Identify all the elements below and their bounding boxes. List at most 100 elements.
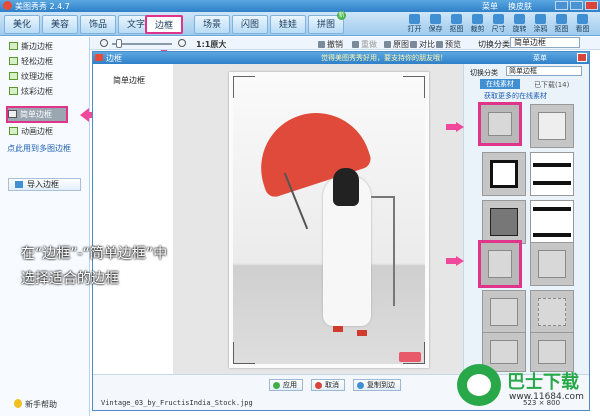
frame-editor-window: 边框 觉得美图秀秀好用，要支持你的朋友哦！ 菜单 简单边框 切换分类 简单边框 … bbox=[92, 51, 590, 411]
copy-to-edge-button[interactable]: 复制到边 bbox=[353, 379, 401, 391]
maximize-icon[interactable] bbox=[570, 1, 583, 10]
close-icon[interactable] bbox=[585, 1, 598, 10]
image-canvas[interactable] bbox=[173, 64, 463, 374]
editor-left-panel: 简单边框 bbox=[93, 64, 173, 374]
category-select[interactable]: 简单边框 bbox=[506, 66, 582, 76]
view-button[interactable]: 看图 bbox=[574, 14, 591, 35]
apply-button[interactable]: 应用 bbox=[269, 379, 303, 391]
beginner-help-link[interactable]: 新手帮助 bbox=[14, 399, 57, 410]
frame-thumbnail[interactable] bbox=[530, 290, 574, 334]
brush-button[interactable]: 涂鸦 bbox=[532, 14, 549, 35]
original-button[interactable]: 原图 bbox=[384, 39, 409, 50]
skin-button[interactable]: 换皮肤 bbox=[508, 1, 532, 12]
get-more-materials-link[interactable]: 获取更多的在线素材 bbox=[484, 91, 547, 101]
menu-button[interactable]: 菜单 bbox=[482, 1, 498, 12]
pointer-arrow-shaft bbox=[446, 258, 456, 264]
frame-thumbnail[interactable] bbox=[530, 200, 574, 244]
frame-thumbnail[interactable] bbox=[478, 102, 522, 146]
sidebar-item-easy-frame[interactable]: 轻松边框 bbox=[9, 56, 81, 68]
frame-thumbnail[interactable] bbox=[482, 200, 526, 244]
sidebar-item-animated-frame[interactable]: 动画边框 bbox=[9, 126, 81, 138]
sidebar-item-colorful-frame[interactable]: 炫彩边框 bbox=[9, 86, 81, 98]
open-button[interactable]: 打开 bbox=[406, 14, 423, 35]
file-name: Vintage_03_by_FructisIndia_Stock.jpg bbox=[101, 399, 253, 407]
zoom-out-icon[interactable] bbox=[100, 39, 108, 47]
pointer-arrow-right bbox=[456, 122, 464, 132]
tab-scene[interactable]: 场景 bbox=[194, 15, 230, 34]
frame-icon bbox=[9, 72, 18, 80]
compare-icon bbox=[410, 41, 417, 48]
cutout2-button[interactable]: 抠图 bbox=[553, 14, 570, 35]
tab-beauty[interactable]: 美容 bbox=[42, 15, 78, 34]
editor-menu-button[interactable]: 菜单 bbox=[533, 53, 547, 63]
frame-thumbnail[interactable] bbox=[482, 290, 526, 334]
sidebar: 撕边边框 轻松边框 纹理边框 炫彩边框 简单边框 动画边框 点此用到多图边框 导… bbox=[0, 37, 90, 416]
frame-thumbnail[interactable] bbox=[530, 152, 574, 196]
frame-corner bbox=[403, 76, 425, 98]
cutout-button[interactable]: 抠图 bbox=[448, 14, 465, 35]
category-select[interactable]: 简单边框 bbox=[510, 37, 580, 48]
redo-button[interactable]: 重做 bbox=[352, 39, 377, 50]
preview-button[interactable]: 预览 bbox=[436, 39, 461, 50]
promo-text: 觉得美图秀秀好用，要支持你的朋友哦！ bbox=[321, 54, 447, 62]
frame-icon bbox=[8, 110, 17, 118]
frame-corner bbox=[233, 342, 255, 364]
preview-icon bbox=[436, 41, 443, 48]
crop-button[interactable]: 裁剪 bbox=[469, 14, 486, 35]
frame-thumbnail[interactable] bbox=[482, 152, 526, 196]
pointer-arrow-right bbox=[456, 256, 464, 266]
undo-button[interactable]: 撤销 bbox=[318, 39, 343, 50]
tab-beautify[interactable]: 美化 bbox=[4, 15, 40, 34]
close-icon[interactable] bbox=[577, 53, 587, 62]
photo-with-frame bbox=[229, 72, 429, 368]
save-icon bbox=[430, 14, 441, 24]
redo-icon bbox=[352, 41, 359, 48]
sidebar-item-torn-frame[interactable]: 撕边边框 bbox=[9, 41, 81, 53]
tab-doll[interactable]: 娃娃 bbox=[270, 15, 306, 34]
resize-button[interactable]: 尺寸 bbox=[490, 14, 507, 35]
minimize-icon[interactable] bbox=[555, 1, 568, 10]
annotation-line-1: 在“边框”-“简单边框”中 bbox=[21, 246, 168, 262]
editor-title: 边框 bbox=[106, 54, 122, 63]
window-controls bbox=[555, 1, 598, 10]
title-bar: 美图秀秀 2.4.7 菜单 换皮肤 bbox=[0, 0, 600, 12]
watermark-logo-icon bbox=[457, 364, 501, 406]
actual-size-button[interactable]: 1:1原大 bbox=[196, 39, 226, 50]
save-button[interactable]: 保存 bbox=[427, 14, 444, 35]
tab-downloaded[interactable]: 已下载(14) bbox=[534, 80, 569, 90]
sidebar-item-simple-frame[interactable]: 简单边框 bbox=[6, 106, 68, 123]
brush-icon bbox=[535, 14, 546, 24]
cutout-icon bbox=[451, 14, 462, 24]
frame-material-panel: 切换分类 简单边框 在线素材 已下载(14) 获取更多的在线素材 bbox=[463, 64, 589, 374]
frame-thumbnail[interactable] bbox=[530, 104, 574, 148]
tab-frame[interactable]: 边框 bbox=[145, 15, 183, 34]
rotate-icon bbox=[514, 14, 525, 24]
new-badge: 新 bbox=[337, 11, 346, 20]
tutorial-annotation: 在“边框”-“简单边框”中 选择适合的边框 bbox=[21, 242, 261, 292]
watermark-url: www.11684.com bbox=[509, 392, 584, 402]
compare-button[interactable]: 对比 bbox=[410, 39, 435, 50]
pointer-arrow-left bbox=[80, 108, 89, 122]
multi-image-frame-link[interactable]: 点此用到多图边框 bbox=[7, 143, 71, 154]
zoom-slider-handle[interactable] bbox=[116, 39, 122, 48]
zoom-in-icon[interactable] bbox=[178, 39, 186, 47]
annotation-line-2: 选择适合的边框 bbox=[21, 271, 119, 287]
site-watermark: 巴士下载 www.11684.com bbox=[455, 358, 595, 410]
rotate-button[interactable]: 旋转 bbox=[511, 14, 528, 35]
tab-online-materials[interactable]: 在线素材 bbox=[480, 79, 520, 89]
import-frame-button[interactable]: 导入边框 bbox=[8, 178, 81, 191]
frame-thumbnail[interactable] bbox=[478, 240, 522, 288]
sidebar-item-texture-frame[interactable]: 纹理边框 bbox=[9, 71, 81, 83]
tab-accessories[interactable]: 饰品 bbox=[80, 15, 116, 34]
frame-thumbnail[interactable] bbox=[530, 242, 574, 286]
frame-icon bbox=[9, 87, 18, 95]
import-icon bbox=[15, 181, 23, 188]
frame-category-label: 简单边框 bbox=[113, 76, 145, 85]
tab-flash[interactable]: 闪图 bbox=[232, 15, 268, 34]
category-label: 切换分类 bbox=[478, 40, 510, 49]
tab-collage[interactable]: 拼图 新 bbox=[308, 11, 346, 34]
frame-icon bbox=[9, 57, 18, 65]
pointer-arrow-shaft bbox=[446, 124, 456, 130]
original-icon bbox=[384, 41, 391, 48]
cancel-button[interactable]: 取消 bbox=[311, 379, 345, 391]
